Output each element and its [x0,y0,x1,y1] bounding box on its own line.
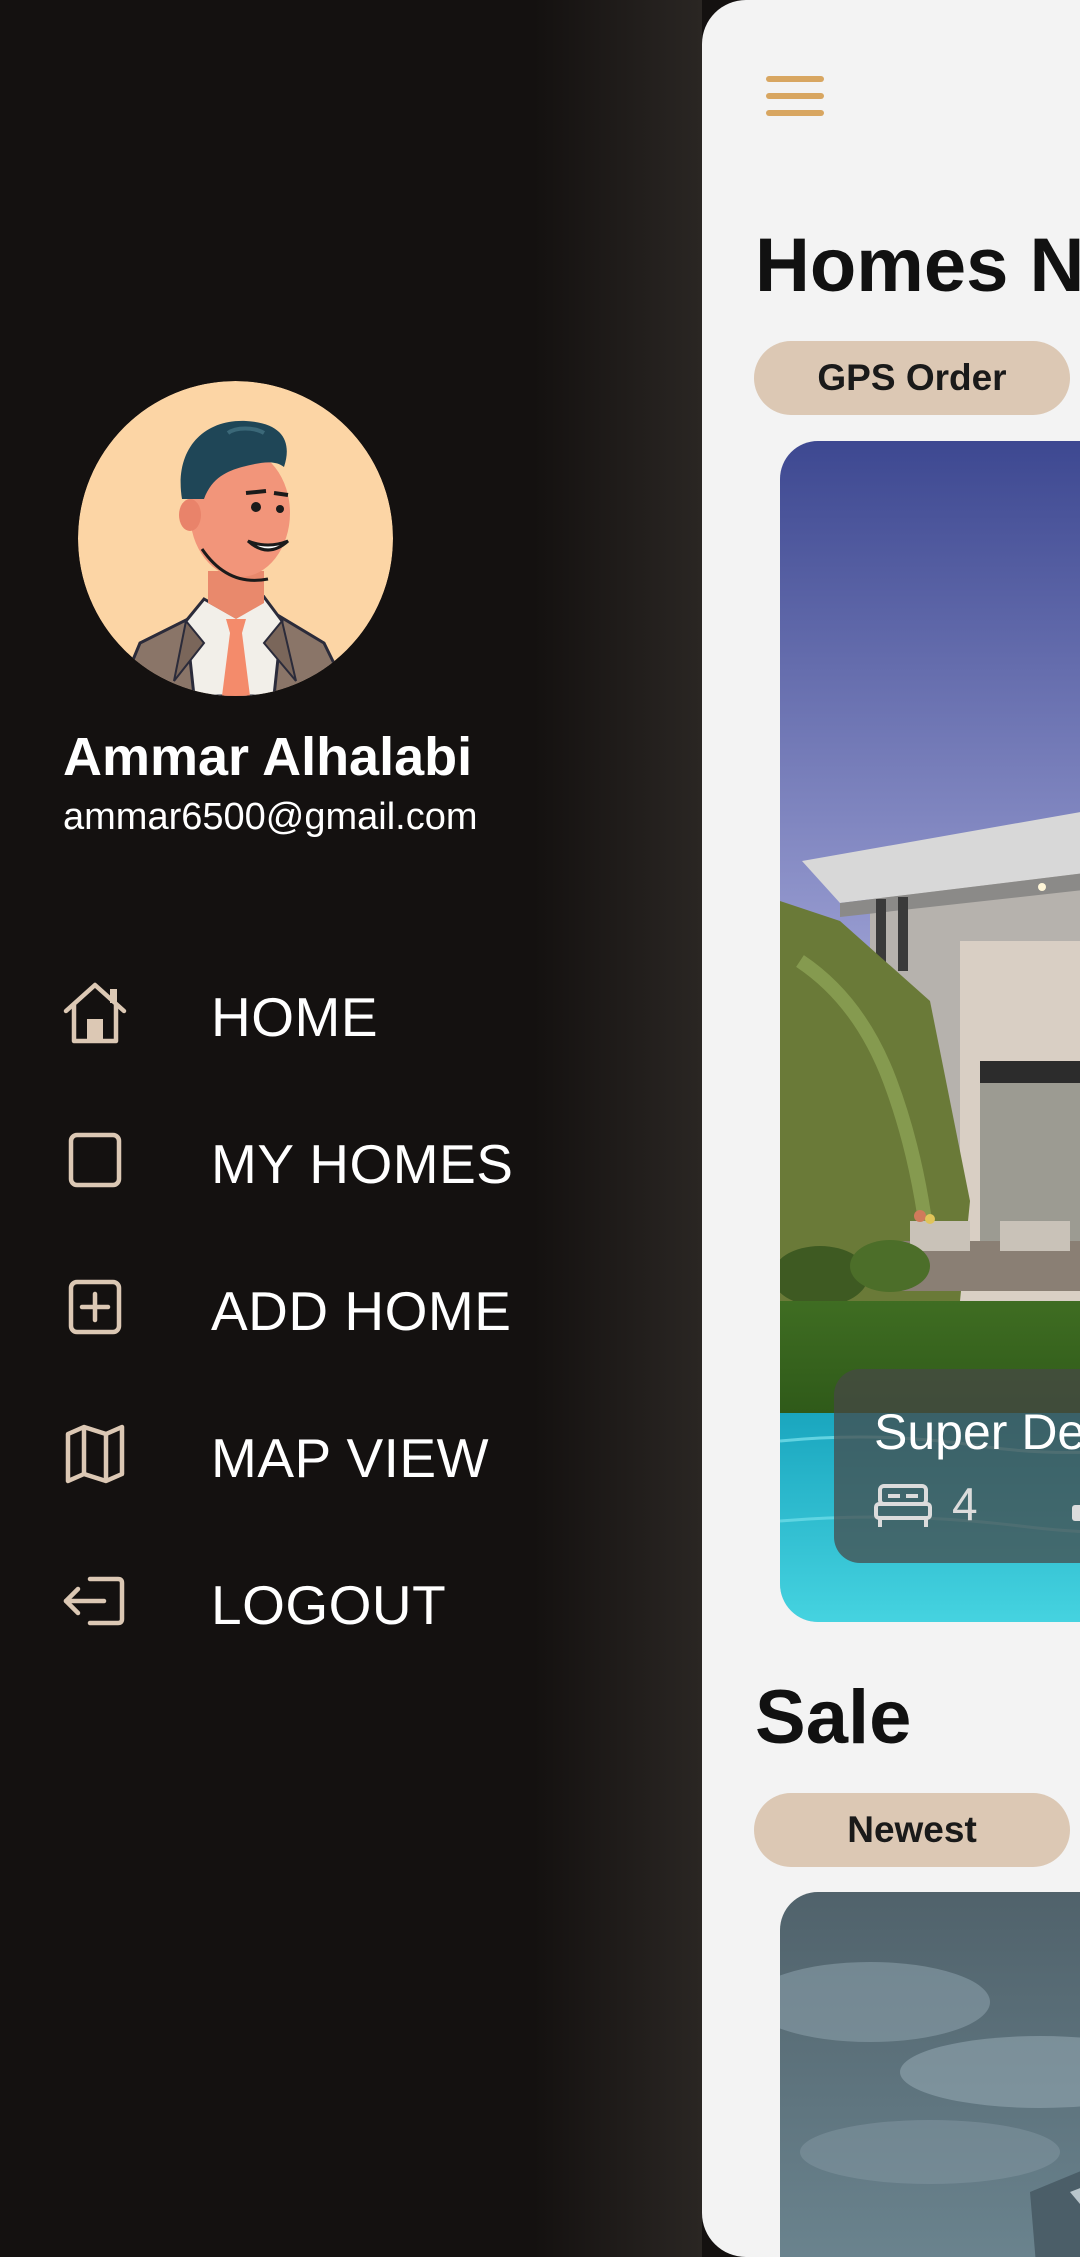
user-name: Ammar Alhalabi [63,727,473,787]
drawer-item-label: LOGOUT [211,1574,447,1636]
drawer-item-label: ADD HOME [211,1280,512,1342]
bath-icon [1070,1487,1080,1527]
bed-icon [874,1483,932,1529]
map-icon [60,1422,130,1486]
logout-icon [60,1569,130,1633]
user-email: ammar6500@gmail.com [63,796,478,838]
home-card-info: Super De 4 [834,1369,1080,1563]
drawer-item-logout[interactable]: LOGOUT [0,1541,640,1661]
drawer-item-label: MY HOMES [211,1133,514,1195]
navigation-drawer: Ammar Alhalabi ammar6500@gmail.com HOME [0,0,702,2257]
home-card-image [780,1892,1080,2257]
drawer-item-map-view[interactable]: MAP VIEW [0,1394,640,1514]
hamburger-menu-icon[interactable] [762,72,828,120]
home-card-title: Super De [874,1404,1080,1460]
filter-chip-gps-order[interactable]: GPS Order [754,341,1070,415]
home-card[interactable] [780,1892,1080,2257]
drawer-item-my-homes[interactable]: MY HOMES [0,1100,640,1220]
square-icon [60,1128,130,1192]
main-content: Homes N GPS Order Super De 4 Sale Newest [702,0,1080,2257]
drawer-item-label: HOME [211,986,378,1048]
app-screen: Ammar Alhalabi ammar6500@gmail.com HOME [0,0,1080,2257]
home-card[interactable]: Super De 4 [780,441,1080,1622]
drawer-item-home[interactable]: HOME [0,953,640,1073]
drawer-item-add-home[interactable]: ADD HOME [0,1247,640,1367]
home-icon [60,981,130,1045]
add-box-icon [60,1275,130,1339]
bedroom-count: 4 [952,1478,978,1530]
section-title-homes: Homes N [755,223,1080,308]
filter-chip-newest[interactable]: Newest [754,1793,1070,1867]
user-avatar[interactable] [78,381,393,696]
section-title-sale: Sale [755,1675,912,1760]
drawer-item-label: MAP VIEW [211,1427,490,1489]
